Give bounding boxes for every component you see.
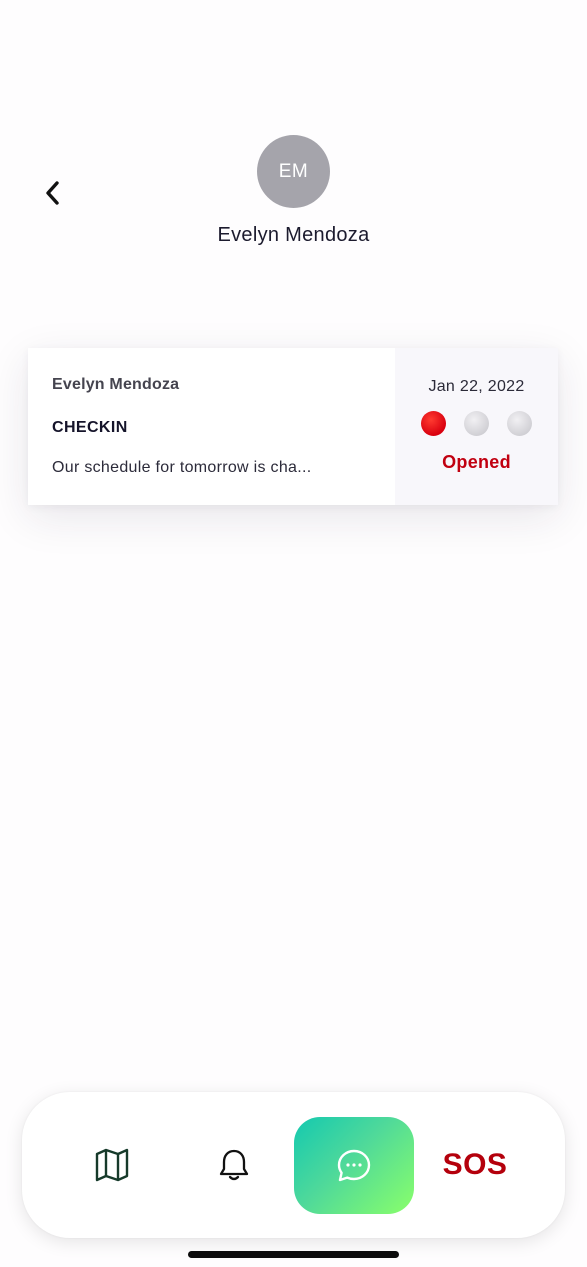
- message-meta: Jan 22, 2022 Opened: [395, 348, 558, 505]
- back-button[interactable]: [36, 176, 68, 210]
- bell-icon: [219, 1149, 249, 1181]
- nav-messages-button[interactable]: [294, 1117, 414, 1214]
- avatar: EM: [257, 135, 330, 208]
- nav-notifications-button[interactable]: [214, 1145, 254, 1185]
- message-preview: Our schedule for tomorrow is cha...: [52, 459, 312, 476]
- chat-bubble-icon: [337, 1149, 371, 1181]
- nav-map-button[interactable]: [92, 1145, 132, 1185]
- avatar-initials: EM: [278, 160, 309, 182]
- status-progress-dots: [421, 411, 532, 436]
- status-label: Opened: [442, 452, 511, 472]
- message-title: CHECKIN: [52, 419, 128, 436]
- contact-name: Evelyn Mendoza: [217, 224, 370, 246]
- message-content: Evelyn Mendoza CHECKIN Our schedule for …: [28, 348, 395, 505]
- sos-button[interactable]: SOS: [434, 1145, 516, 1185]
- conversation-screen: EM Evelyn Mendoza Evelyn Mendoza CHECKIN…: [0, 0, 587, 1267]
- map-icon: [95, 1148, 129, 1182]
- message-card[interactable]: Evelyn Mendoza CHECKIN Our schedule for …: [28, 348, 558, 505]
- status-dot-active: [421, 411, 446, 436]
- status-dot-inactive: [507, 411, 532, 436]
- bottom-navigation: SOS: [22, 1092, 565, 1238]
- home-indicator[interactable]: [188, 1251, 399, 1258]
- message-sender: Evelyn Mendoza: [52, 376, 180, 393]
- chevron-left-icon: [46, 181, 59, 205]
- message-date: Jan 22, 2022: [428, 378, 525, 395]
- status-dot-inactive: [464, 411, 489, 436]
